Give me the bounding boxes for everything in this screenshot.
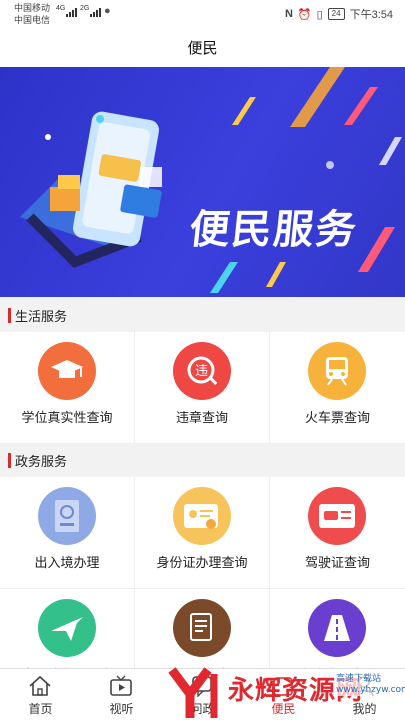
service-icon [273,677,293,696]
nfc-icon: N [284,8,293,20]
banner-title: 便民服务 [187,207,360,253]
chat-icon [192,676,212,697]
driver-license-icon [308,487,366,545]
id-card-icon [173,487,231,545]
service-degree-verification[interactable]: 学位真实性查询 [0,332,135,444]
banner-illustration [20,67,402,293]
signal-type-2: 2G [80,5,90,12]
title-bar: 便民 [0,30,405,67]
service-label: 违章查询 [175,411,228,426]
section-header-life: 生活服务 [0,300,405,330]
service-label: 驾驶证查询 [304,556,370,571]
nav-item-service[interactable]: 便民 [243,669,324,720]
section-title: 生活服务 [15,310,68,325]
nav-item-video[interactable]: 视听 [81,669,162,720]
nav-item-home[interactable]: 首页 [0,669,81,720]
traffic-violation-icon: 违 [173,342,231,400]
carrier-2: 中国电信 [14,15,51,25]
bottom-nav: 首页 视听 问政 便民 我的 [0,668,405,720]
section-title: 政务服务 [15,455,68,470]
page-title: 便民 [187,39,218,57]
banner[interactable]: 便民服务 [0,67,405,297]
service-traffic-violation[interactable]: 违 违章查询 [135,332,270,444]
graduation-cap-icon [38,342,96,400]
service-id-card[interactable]: 身份证办理查询 [135,477,270,589]
vibrate-icon: ▯ [316,8,323,21]
nav-label: 我的 [352,702,377,716]
carrier-1: 中国移动 [14,3,51,13]
user-icon [354,676,374,697]
nav-label: 视听 [109,702,134,716]
signal-icon [66,8,77,17]
section-marker [8,308,11,323]
service-exit-entry[interactable]: 出入境办理 [0,477,135,589]
airplane-icon [38,599,96,657]
section-header-gov: 政务服务 [0,445,405,475]
section-marker [8,453,11,468]
nav-item-inquiry[interactable]: 问政 [162,669,243,720]
wechat-icon: ● [104,5,111,17]
nav-label: 问政 [190,702,215,716]
train-icon [308,342,366,400]
home-icon [29,675,51,696]
service-train-ticket[interactable]: 火车票查询 [270,332,405,444]
highway-icon [308,599,366,657]
battery-icon: 24 [327,8,345,20]
tv-icon [110,675,132,696]
service-driver-license[interactable]: 驾驶证查询 [270,477,405,589]
nav-label: 首页 [28,702,53,716]
service-label: 出入境办理 [34,556,100,571]
signal-type-1: 4G [56,5,66,12]
service-label: 身份证办理查询 [156,556,248,571]
service-label: 学位真实性查询 [21,411,113,426]
clock: 下午3:54 [349,9,393,21]
status-bar: 中国移动 中国电信 4G 2G ● N ⏰ ▯ 24 下午3:54 [0,0,405,30]
passport-icon [38,487,96,545]
nav-item-mine[interactable]: 我的 [324,669,405,720]
service-label: 火车票查询 [304,411,370,426]
tax-document-icon [173,599,231,657]
life-services-grid: 学位真实性查询 违 违章查询 火车票查询 [0,332,405,444]
signal-icon-2 [90,8,101,17]
nav-label: 便民 [271,702,296,716]
alarm-icon: ⏰ [297,8,312,21]
svg-text:违: 违 [195,364,208,379]
